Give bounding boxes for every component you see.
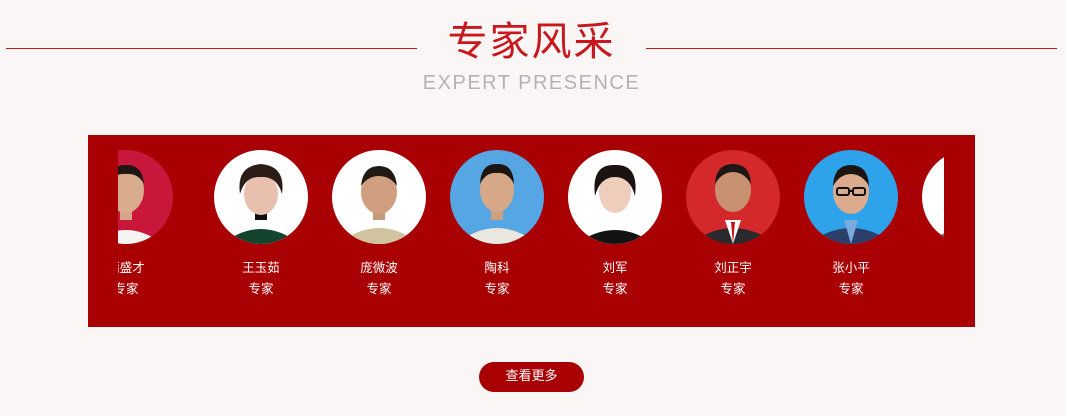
view-more-button[interactable]: 查看更多	[479, 362, 584, 392]
expert-carousel-track: 蒲盛才 专家 王玉茹 专家	[118, 135, 944, 327]
expert-role: 专家	[366, 281, 392, 296]
expert-card[interactable]: 陶科 专家	[438, 135, 556, 327]
expert-card[interactable]: 刘正宇 专家	[674, 135, 792, 327]
expert-photo[interactable]	[686, 150, 780, 244]
expert-photo[interactable]	[332, 150, 426, 244]
expert-photo[interactable]	[922, 150, 944, 244]
expert-role: 专家	[602, 281, 628, 296]
expert-name[interactable]: 蒲盛才	[118, 259, 185, 277]
expert-carousel: 蒲盛才 专家 王玉茹 专家	[88, 135, 975, 327]
expert-card[interactable]: 刘军 专家	[556, 135, 674, 327]
expert-card[interactable]: 蒲盛才 专家	[118, 135, 185, 327]
expert-name[interactable]: 庞微波	[320, 259, 438, 277]
expert-card[interactable]: 张小平 专家	[792, 135, 910, 327]
section-subtitle: EXPERT PRESENCE	[422, 72, 641, 94]
section-title: 专家风采	[447, 19, 616, 65]
title-divider-left	[6, 48, 417, 49]
expert-card[interactable]: 庞微波 专家	[320, 135, 438, 327]
expert-card[interactable]: 王玉茹 专家	[202, 135, 320, 327]
expert-name[interactable]: 刘正宇	[674, 259, 792, 277]
expert-photo[interactable]	[568, 150, 662, 244]
expert-role: 专家	[248, 281, 274, 296]
expert-role: 专家	[118, 281, 139, 296]
expert-photo[interactable]	[804, 150, 898, 244]
expert-name[interactable]: 张小平	[792, 259, 910, 277]
expert-card[interactable]	[910, 135, 944, 327]
expert-role: 专家	[838, 281, 864, 296]
expert-photo[interactable]	[118, 150, 173, 244]
expert-role: 专家	[720, 281, 746, 296]
expert-photo[interactable]	[450, 150, 544, 244]
expert-role: 专家	[484, 281, 510, 296]
title-divider-right	[646, 48, 1057, 49]
expert-name[interactable]: 王玉茹	[202, 259, 320, 277]
expert-photo[interactable]	[214, 150, 308, 244]
expert-name[interactable]: 陶科	[438, 259, 556, 277]
expert-name[interactable]: 刘军	[556, 259, 674, 277]
